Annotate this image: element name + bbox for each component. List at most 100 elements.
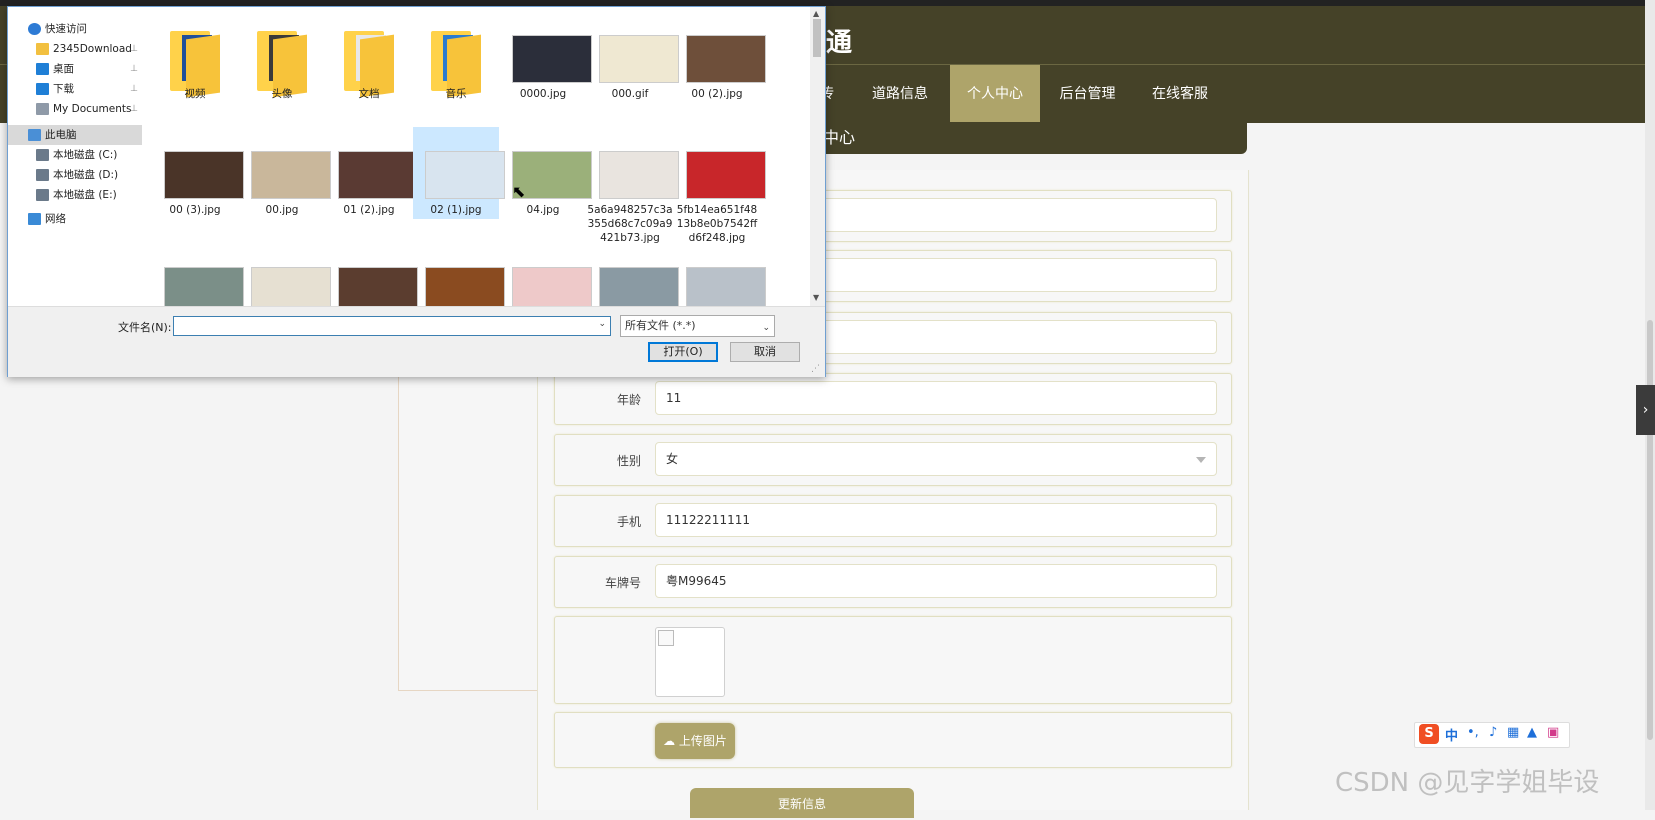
nav-pane-item[interactable]: 本地磁盘 (C:)	[8, 145, 142, 165]
folder-icon	[247, 19, 317, 98]
image-thumbnail	[595, 135, 679, 199]
image-thumbnail	[508, 251, 592, 306]
scroll-down-icon[interactable]: ▼	[813, 293, 819, 302]
nav-pane-item[interactable]: 快速访问	[8, 19, 142, 39]
nav-item-online-service[interactable]: 在线客服	[1135, 65, 1225, 123]
image-thumbnail	[682, 135, 766, 199]
plate-input[interactable]: 粤M99645	[655, 564, 1217, 598]
image-thumbnail	[421, 135, 505, 199]
file-item[interactable]: 00 (3).jpg	[152, 127, 244, 219]
folder-item[interactable]: 音乐	[413, 11, 499, 103]
nav-pane-label: My Documents	[53, 103, 132, 115]
cloud-upload-icon: ☁	[663, 734, 676, 748]
file-item[interactable]	[500, 243, 592, 306]
file-item[interactable]: 01 (2).jpg	[326, 127, 418, 219]
nav-pane-label: 本地磁盘 (C:)	[53, 149, 118, 161]
file-item[interactable]	[326, 243, 418, 306]
file-name: 视频	[184, 88, 206, 100]
file-list-scroll-thumb[interactable]	[813, 19, 821, 57]
navigation-pane: 快速访问 2345Download ⊥ 桌面 ⊥ 下载 ⊥ My Documents ⊥ 此电脑本…	[8, 7, 142, 306]
file-item[interactable]	[152, 243, 244, 306]
drive-icon	[36, 189, 49, 201]
file-item[interactable]: 00 (2).jpg	[674, 11, 766, 103]
ime-mode[interactable]: 中	[1445, 725, 1458, 744]
drive-icon	[36, 149, 49, 161]
open-button[interactable]: 打开(O)	[648, 342, 718, 362]
nav-pane-item[interactable]: 下载 ⊥	[8, 79, 142, 99]
folder-item[interactable]: 头像	[239, 11, 325, 103]
nav-pane-item[interactable]: My Documents ⊥	[8, 99, 142, 119]
desktop-icon	[36, 63, 49, 75]
keyboard-icon[interactable]: ▦	[1507, 725, 1519, 740]
image-thumbnail	[595, 251, 679, 306]
pin-icon: ⊥	[130, 44, 138, 54]
file-item[interactable]: 02 (1).jpg	[413, 127, 505, 219]
nav-pane-item[interactable]: 桌面 ⊥	[8, 59, 142, 79]
image-thumbnail	[682, 251, 766, 306]
nav-pane-item[interactable]: 此电脑	[8, 125, 142, 145]
nav-item-road-info[interactable]: 道路信息	[850, 65, 950, 123]
scroll-up-icon[interactable]: ▲	[813, 9, 819, 18]
file-name: 02 (1).jpg	[430, 204, 482, 216]
folder-item[interactable]: 视频	[152, 11, 238, 103]
section-title: 中心	[765, 122, 1247, 154]
folder-item[interactable]: 文档	[326, 11, 412, 103]
apps-icon[interactable]: ▣	[1547, 725, 1559, 740]
page-scrollbar-thumb[interactable]	[1647, 320, 1653, 740]
filename-input[interactable]: ⌄	[173, 316, 611, 336]
file-item[interactable]: 5a6a948257c3a355d68c7c09a9421b73.jpg	[587, 127, 679, 244]
nav-pane-label: 桌面	[53, 63, 74, 75]
nav-item-admin[interactable]: 后台管理	[1040, 65, 1135, 123]
file-name: 00.jpg	[265, 204, 299, 216]
ime-toolbar[interactable]: S 中 •, ♪ ▦ ▲ ▣	[1414, 722, 1570, 748]
file-item[interactable]: 04.jpg	[500, 127, 592, 219]
nav-item-personal-center[interactable]: 个人中心	[950, 65, 1040, 123]
age-input[interactable]: 11	[655, 381, 1217, 415]
update-info-button[interactable]: 更新信息	[690, 788, 914, 818]
file-item[interactable]	[674, 243, 766, 306]
side-card	[398, 360, 540, 691]
file-item[interactable]	[587, 243, 679, 306]
ime-punct[interactable]: •,	[1467, 725, 1479, 740]
network-icon	[28, 213, 41, 225]
phone-input[interactable]: 11122211111	[655, 503, 1217, 537]
file-name: 5a6a948257c3a355d68c7c09a9421b73.jpg	[587, 204, 673, 244]
file-item[interactable]	[239, 243, 331, 306]
star-icon	[28, 23, 41, 35]
nav-pane-item[interactable]: 网络	[8, 209, 142, 229]
folder-icon	[36, 43, 49, 55]
nav-pane-item[interactable]: 本地磁盘 (D:)	[8, 165, 142, 185]
chevron-right-icon[interactable]: ›	[1636, 385, 1655, 435]
nav-pane-item[interactable]: 2345Download ⊥	[8, 39, 142, 59]
gender-label: 性别	[616, 454, 641, 468]
watermark: CSDN @见字学姐毕设	[1335, 768, 1600, 798]
file-item[interactable]	[413, 243, 505, 306]
upload-image-button[interactable]: ☁ 上传图片	[655, 723, 735, 759]
form-row-phone: 手机 11122211111	[554, 495, 1232, 547]
form-row-age: 年龄 11	[554, 373, 1232, 425]
mouse-cursor-icon: ⬉	[512, 182, 526, 201]
computer-icon	[28, 129, 41, 141]
file-item[interactable]: 5fb14ea651f4813b8e0b7542ffd6f248.jpg	[674, 127, 766, 244]
cancel-button[interactable]: 取消	[730, 342, 800, 362]
skin-icon[interactable]: ▲	[1527, 725, 1537, 740]
file-item[interactable]: 0000.jpg	[500, 11, 592, 103]
file-type-select[interactable]: 所有文件 (*.*) ⌄	[620, 315, 775, 337]
image-thumbnail	[595, 19, 679, 83]
filename-label: 文件名(N):	[118, 321, 172, 334]
file-item[interactable]: 00.jpg	[239, 127, 331, 219]
pin-icon: ⊥	[130, 84, 138, 94]
documents-icon	[36, 103, 49, 115]
gender-select[interactable]: 女	[655, 442, 1217, 476]
microphone-icon[interactable]: ♪	[1489, 725, 1497, 740]
chevron-down-icon[interactable]: ⌄	[598, 319, 606, 329]
nav-pane-item[interactable]: 本地磁盘 (E:)	[8, 185, 142, 205]
file-name: 5fb14ea651f4813b8e0b7542ffd6f248.jpg	[676, 204, 758, 244]
file-list-scrollbar[interactable]: ▲ ▼	[810, 7, 824, 306]
chevron-down-icon: ⌄	[762, 323, 770, 333]
folder-icon	[421, 19, 491, 98]
resize-grip-icon[interactable]: ⋰	[811, 364, 820, 374]
gender-value: 女	[666, 452, 679, 466]
file-item[interactable]: 000.gif	[587, 11, 679, 103]
phone-label: 手机	[616, 515, 641, 529]
